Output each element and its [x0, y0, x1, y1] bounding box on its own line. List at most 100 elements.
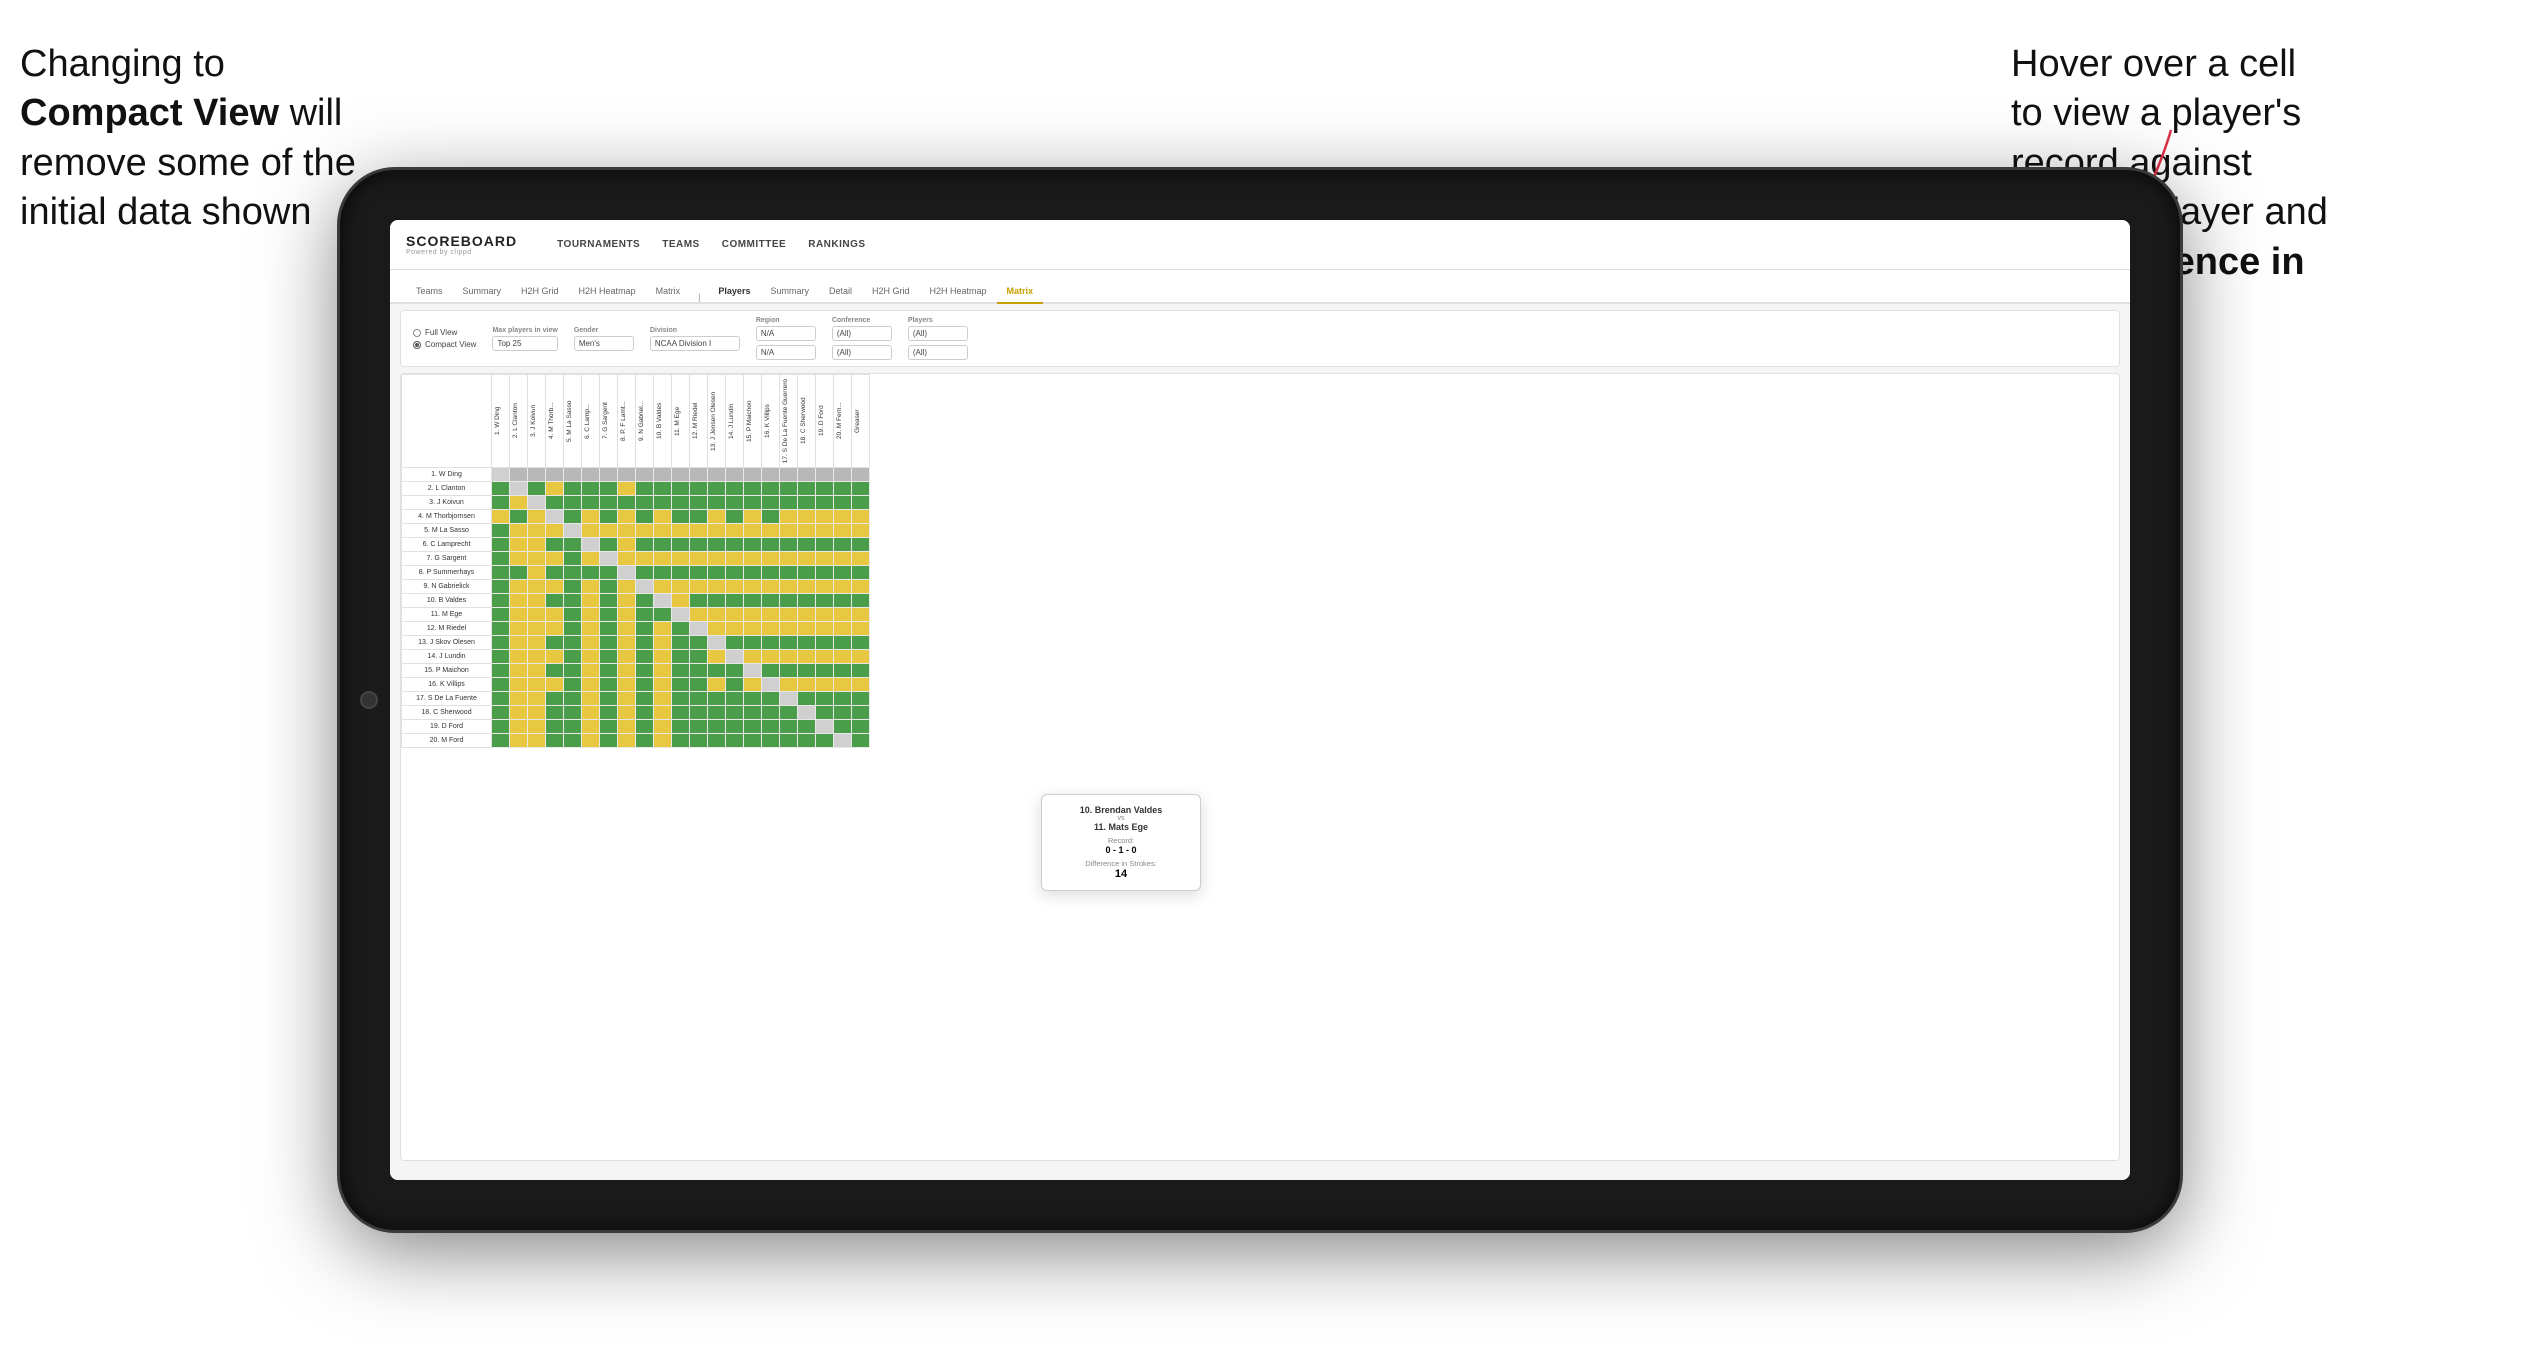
cell-10-15[interactable]	[762, 608, 780, 622]
cell-7-13[interactable]	[726, 566, 744, 580]
cell-14-14[interactable]	[744, 664, 762, 678]
cell-8-10[interactable]	[672, 580, 690, 594]
cell-15-9[interactable]	[654, 678, 672, 692]
cell-15-13[interactable]	[726, 678, 744, 692]
cell-4-8[interactable]	[636, 524, 654, 538]
cell-13-18[interactable]	[816, 650, 834, 664]
cell-3-4[interactable]	[564, 510, 582, 524]
cell-4-17[interactable]	[798, 524, 816, 538]
cell-9-1[interactable]	[510, 594, 528, 608]
cell-3-5[interactable]	[582, 510, 600, 524]
cell-17-16[interactable]	[780, 706, 798, 720]
cell-5-11[interactable]	[690, 538, 708, 552]
cell-2-12[interactable]	[708, 496, 726, 510]
cell-6-19[interactable]	[834, 552, 852, 566]
cell-0-2[interactable]	[528, 468, 546, 482]
cell-1-16[interactable]	[780, 482, 798, 496]
cell-10-16[interactable]	[780, 608, 798, 622]
cell-12-3[interactable]	[546, 636, 564, 650]
cell-19-2[interactable]	[528, 734, 546, 748]
cell-14-20[interactable]	[852, 664, 870, 678]
cell-1-10[interactable]	[672, 482, 690, 496]
cell-11-14[interactable]	[744, 622, 762, 636]
max-players-select[interactable]: Top 25	[492, 336, 557, 351]
cell-12-1[interactable]	[510, 636, 528, 650]
cell-13-20[interactable]	[852, 650, 870, 664]
cell-13-11[interactable]	[690, 650, 708, 664]
cell-3-0[interactable]	[492, 510, 510, 524]
cell-9-8[interactable]	[636, 594, 654, 608]
cell-15-5[interactable]	[582, 678, 600, 692]
cell-10-10[interactable]	[672, 608, 690, 622]
cell-6-0[interactable]	[492, 552, 510, 566]
cell-14-10[interactable]	[672, 664, 690, 678]
cell-14-11[interactable]	[690, 664, 708, 678]
cell-2-10[interactable]	[672, 496, 690, 510]
cell-17-3[interactable]	[546, 706, 564, 720]
cell-9-18[interactable]	[816, 594, 834, 608]
cell-16-3[interactable]	[546, 692, 564, 706]
cell-6-4[interactable]	[564, 552, 582, 566]
cell-8-1[interactable]	[510, 580, 528, 594]
cell-2-18[interactable]	[816, 496, 834, 510]
cell-17-20[interactable]	[852, 706, 870, 720]
cell-16-17[interactable]	[798, 692, 816, 706]
cell-7-14[interactable]	[744, 566, 762, 580]
cell-4-10[interactable]	[672, 524, 690, 538]
cell-1-14[interactable]	[744, 482, 762, 496]
cell-19-16[interactable]	[780, 734, 798, 748]
cell-16-12[interactable]	[708, 692, 726, 706]
cell-14-7[interactable]	[618, 664, 636, 678]
cell-10-5[interactable]	[582, 608, 600, 622]
cell-0-4[interactable]	[564, 468, 582, 482]
cell-0-7[interactable]	[618, 468, 636, 482]
cell-17-14[interactable]	[744, 706, 762, 720]
cell-11-19[interactable]	[834, 622, 852, 636]
cell-14-0[interactable]	[492, 664, 510, 678]
cell-4-11[interactable]	[690, 524, 708, 538]
cell-16-18[interactable]	[816, 692, 834, 706]
cell-7-11[interactable]	[690, 566, 708, 580]
cell-6-5[interactable]	[582, 552, 600, 566]
cell-17-12[interactable]	[708, 706, 726, 720]
cell-13-4[interactable]	[564, 650, 582, 664]
cell-0-5[interactable]	[582, 468, 600, 482]
cell-12-7[interactable]	[618, 636, 636, 650]
cell-0-8[interactable]	[636, 468, 654, 482]
nav-rankings[interactable]: RANKINGS	[808, 239, 865, 250]
cell-1-5[interactable]	[582, 482, 600, 496]
cell-18-9[interactable]	[654, 720, 672, 734]
cell-3-13[interactable]	[726, 510, 744, 524]
gender-select[interactable]: Men's	[574, 336, 634, 351]
cell-14-5[interactable]	[582, 664, 600, 678]
cell-10-2[interactable]	[528, 608, 546, 622]
cell-2-2[interactable]	[528, 496, 546, 510]
cell-7-6[interactable]	[600, 566, 618, 580]
cell-1-11[interactable]	[690, 482, 708, 496]
cell-12-13[interactable]	[726, 636, 744, 650]
cell-16-9[interactable]	[654, 692, 672, 706]
cell-4-2[interactable]	[528, 524, 546, 538]
cell-5-5[interactable]	[582, 538, 600, 552]
cell-5-3[interactable]	[546, 538, 564, 552]
cell-7-0[interactable]	[492, 566, 510, 580]
cell-15-7[interactable]	[618, 678, 636, 692]
cell-3-12[interactable]	[708, 510, 726, 524]
cell-9-10[interactable]	[672, 594, 690, 608]
cell-7-12[interactable]	[708, 566, 726, 580]
cell-14-3[interactable]	[546, 664, 564, 678]
cell-1-9[interactable]	[654, 482, 672, 496]
cell-6-2[interactable]	[528, 552, 546, 566]
cell-10-4[interactable]	[564, 608, 582, 622]
cell-19-15[interactable]	[762, 734, 780, 748]
cell-5-12[interactable]	[708, 538, 726, 552]
cell-9-9[interactable]	[654, 594, 672, 608]
cell-5-4[interactable]	[564, 538, 582, 552]
cell-4-7[interactable]	[618, 524, 636, 538]
cell-14-8[interactable]	[636, 664, 654, 678]
cell-15-18[interactable]	[816, 678, 834, 692]
cell-18-7[interactable]	[618, 720, 636, 734]
cell-18-3[interactable]	[546, 720, 564, 734]
cell-6-6[interactable]	[600, 552, 618, 566]
cell-6-10[interactable]	[672, 552, 690, 566]
